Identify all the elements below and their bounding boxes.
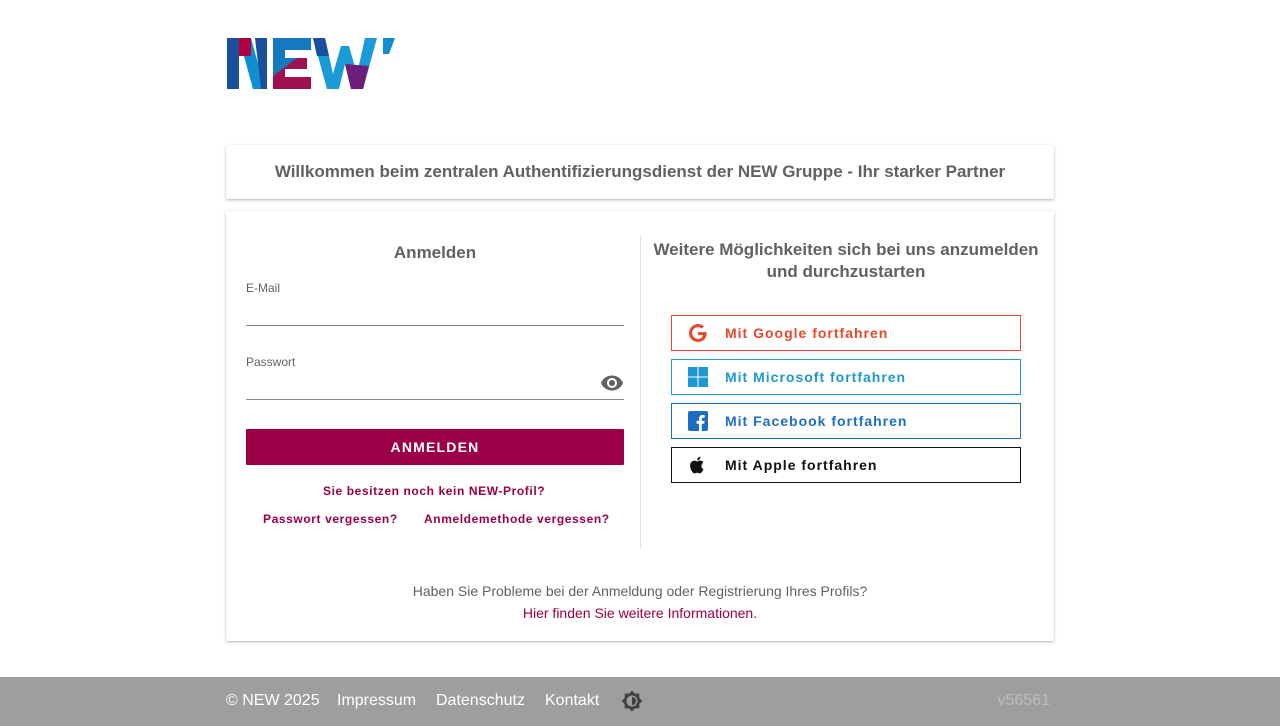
password-label: Passwort — [246, 355, 296, 369]
microsoft-button[interactable]: Mit Microsoft fortfahren — [671, 359, 1021, 395]
version-label: v56561 — [997, 692, 1051, 709]
microsoft-icon — [687, 366, 709, 388]
microsoft-button-label: Mit Microsoft fortfahren — [725, 369, 907, 385]
footer-datenschutz-link[interactable]: Datenschutz — [436, 692, 525, 710]
email-field[interactable] — [246, 300, 624, 326]
apple-button-label: Mit Apple fortfahren — [725, 457, 878, 473]
register-link[interactable]: Sie besitzen noch kein NEW-Profil? — [323, 484, 545, 498]
column-divider — [640, 235, 641, 549]
google-button-label: Mit Google fortfahren — [725, 325, 889, 341]
help-link[interactable]: Hier finden Sie weitere Informationen. — [226, 605, 1054, 621]
apple-icon — [687, 454, 709, 476]
brightness-icon[interactable] — [621, 690, 643, 712]
login-button[interactable]: ANMELDEN — [246, 429, 624, 465]
social-title: Weitere Möglichkeiten sich bei uns anzum… — [653, 240, 1039, 281]
new-logo — [227, 38, 395, 89]
facebook-icon — [687, 410, 709, 432]
footer: © NEW 2025 Impressum Datenschutz Kontakt… — [0, 677, 1280, 726]
login-title: Anmelden — [393, 243, 477, 262]
visibility-icon[interactable] — [600, 371, 624, 395]
facebook-button[interactable]: Mit Facebook fortfahren — [671, 403, 1021, 439]
footer-impressum-link[interactable]: Impressum — [337, 692, 416, 710]
help-text: Haben Sie Probleme bei der Anmeldung ode… — [412, 583, 868, 599]
footer-kontakt-link[interactable]: Kontakt — [545, 692, 599, 710]
apple-button[interactable]: Mit Apple fortfahren — [671, 447, 1021, 483]
password-field[interactable] — [246, 374, 624, 400]
forgot-password-link[interactable]: Passwort vergessen? — [263, 512, 398, 526]
welcome-banner: Willkommen beim zentralen Authentifizier… — [226, 145, 1054, 199]
facebook-button-label: Mit Facebook fortfahren — [725, 413, 908, 429]
footer-copyright: © NEW 2025 — [226, 692, 320, 709]
login-card: Anmelden E-Mail Passwort ANMELDEN Sie be… — [226, 211, 1054, 641]
google-button[interactable]: Mit Google fortfahren — [671, 315, 1021, 351]
email-label: E-Mail — [246, 281, 281, 295]
forgot-method-link[interactable]: Anmeldemethode vergessen? — [424, 512, 610, 526]
google-icon — [687, 322, 709, 344]
welcome-text: Willkommen beim zentralen Authentifizier… — [274, 162, 1006, 181]
